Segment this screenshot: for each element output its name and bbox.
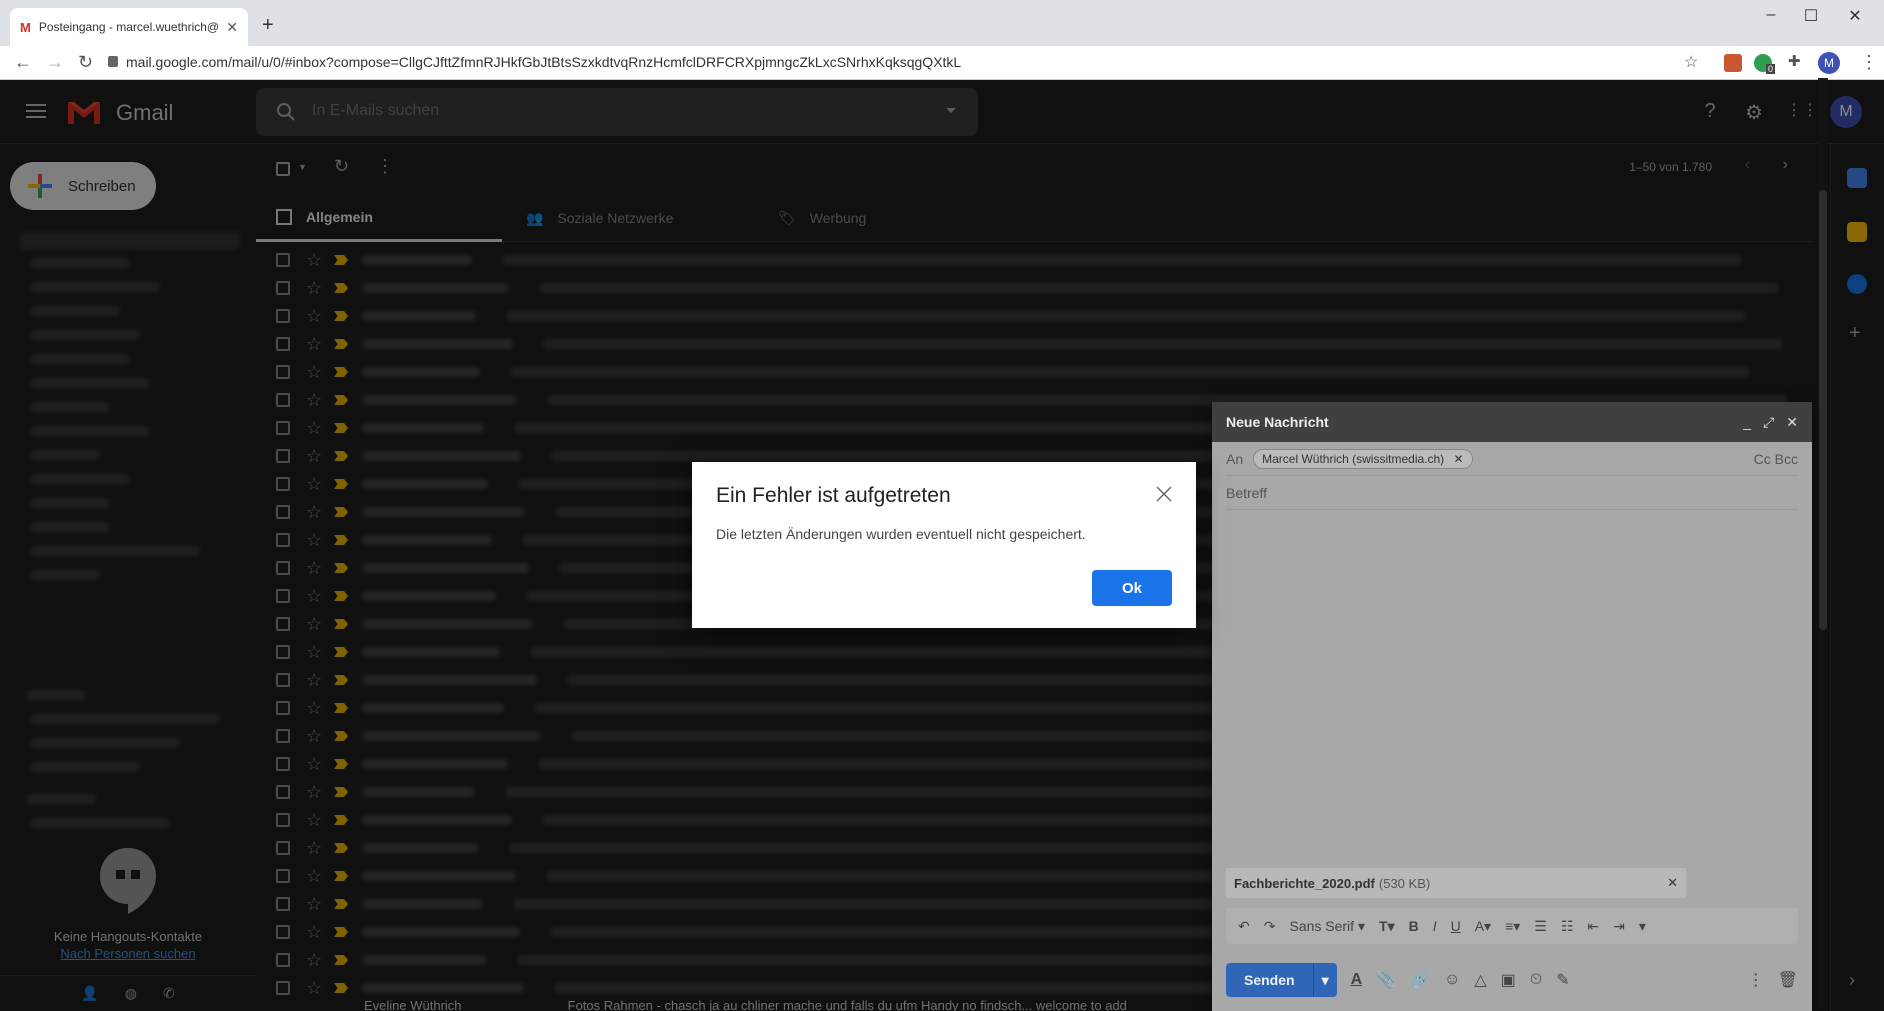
italic-icon[interactable]: I [1433,918,1437,934]
close-compose-icon[interactable]: ✕ [1786,414,1798,431]
subject-placeholder: Betreff [1226,484,1267,501]
underline-icon[interactable]: U [1451,918,1461,934]
ok-button[interactable]: Ok [1092,570,1172,606]
gmail-favicon-icon: M [20,19,31,35]
dialog-message: Die letzten Änderungen wurden eventuell … [716,526,1086,542]
insert-photo-icon[interactable]: ▣ [1501,970,1516,990]
bold-icon[interactable]: B [1409,918,1419,934]
font-select-value: Sans Serif [1289,917,1355,934]
error-dialog: Ein Fehler ist aufgetreten Die letzten Ä… [692,462,1196,628]
formatting-options-icon[interactable]: A [1351,971,1363,989]
signature-icon[interactable]: ✎ [1556,970,1569,990]
subject-field[interactable]: Betreff [1226,476,1798,510]
lock-icon [108,56,118,67]
emoji-icon[interactable]: ☺ [1444,971,1460,989]
cc-bcc-link[interactable]: Cc Bcc [1754,451,1798,467]
bookmark-star-icon[interactable]: ☆ [1684,52,1698,72]
dialog-title: Ein Fehler ist aufgetreten [716,484,951,507]
minimize-compose-icon[interactable]: _ [1743,414,1751,430]
extension-badge-count: 0 [1766,64,1776,74]
align-icon[interactable]: ≡▾ [1505,918,1520,935]
insert-link-icon[interactable]: 🔗 [1410,970,1430,990]
more-compose-options-icon[interactable]: ⋮ [1748,970,1764,990]
formatting-toolbar: ↶ ↷ Sans Serif ▾ T▾ B I U A▾ ≡▾ ☰ ☷ ⇤ ⇥ … [1226,908,1798,944]
bulleted-list-icon[interactable]: ☷ [1561,918,1574,935]
numbered-list-icon[interactable]: ☰ [1534,918,1547,935]
undo-icon[interactable]: ↶ [1238,918,1250,935]
text-color-icon[interactable]: A▾ [1475,918,1491,935]
indent-more-icon[interactable]: ⇥ [1613,918,1625,935]
compose-title: Neue Nachricht [1226,414,1329,430]
redo-icon[interactable]: ↷ [1264,918,1276,935]
pdf-extension-icon[interactable] [1724,54,1742,72]
attachment-name: Fachberichte_2020.pdf [1234,875,1375,891]
dialog-close-icon[interactable] [1154,484,1174,504]
to-label: An [1226,450,1244,467]
fullscreen-compose-icon[interactable]: ⤢ [1763,414,1774,431]
reload-icon[interactable]: ↻ [78,52,93,73]
tab-close-icon[interactable]: ✕ [226,19,238,36]
attach-file-icon[interactable]: 📎 [1376,970,1396,990]
minimize-icon[interactable]: – [1756,6,1786,24]
compose-window: Neue Nachricht _ ⤢ ✕ An Marcel Wüthrich … [1212,402,1812,1011]
browser-tab[interactable]: M Posteingang - marcel.wuethrich@ ✕ [10,8,248,46]
attachment-chip[interactable]: Fachberichte_2020.pdf (530 KB) ✕ [1226,868,1686,898]
tab-title: Posteingang - marcel.wuethrich@ [38,20,219,34]
browser-menu-icon[interactable]: ⋮ [1860,52,1878,73]
more-formatting-icon[interactable]: ▾ [1639,918,1646,935]
url-field[interactable]: mail.google.com/mail/u/0/#inbox?compose=… [126,54,961,70]
compose-body[interactable] [1226,514,1798,858]
recipients-field[interactable]: An Marcel Wüthrich (swissitmedia.ch) ✕ C… [1226,442,1798,476]
drive-icon[interactable]: △ [1474,970,1486,990]
indent-less-icon[interactable]: ⇤ [1587,918,1599,935]
profile-avatar[interactable]: M [1818,52,1840,74]
discard-draft-icon[interactable]: 🗑 [1778,970,1798,990]
compose-header: Neue Nachricht _ ⤢ ✕ [1212,402,1812,442]
remove-recipient-icon[interactable]: ✕ [1454,452,1464,466]
remove-attachment-icon[interactable]: ✕ [1667,875,1678,891]
browser-tabbar: M Posteingang - marcel.wuethrich@ ✕ + – … [0,0,1884,46]
recipient-chip[interactable]: Marcel Wüthrich (swissitmedia.ch) ✕ [1253,448,1473,469]
compose-bottom-bar: Senden ▾ A 📎 🔗 ☺ △ ▣ ⏲ ✎ ⋮ 🗑 [1226,962,1798,998]
maximize-icon[interactable]: ☐ [1796,6,1826,26]
back-icon[interactable]: ← [14,52,32,73]
attachment-size: (530 KB) [1378,875,1431,891]
puzzle-extensions-icon[interactable]: ✚ [1788,52,1801,70]
text-size-icon[interactable]: T▾ [1379,918,1395,935]
send-button[interactable]: Senden ▾ [1226,963,1337,997]
confidential-mode-icon[interactable]: ⏲ [1530,971,1542,989]
address-bar: ← → ↻ mail.google.com/mail/u/0/#inbox?co… [0,46,1884,80]
recipient-name: Marcel Wüthrich (swissitmedia.ch) [1262,451,1445,466]
font-select[interactable]: Sans Serif ▾ [1289,918,1365,935]
window-close-icon[interactable]: ✕ [1840,6,1870,26]
forward-icon[interactable]: → [46,52,64,73]
schedule-send-icon[interactable]: ▾ [1312,963,1337,997]
send-label: Senden [1244,972,1295,988]
new-tab-button[interactable]: + [262,14,274,37]
